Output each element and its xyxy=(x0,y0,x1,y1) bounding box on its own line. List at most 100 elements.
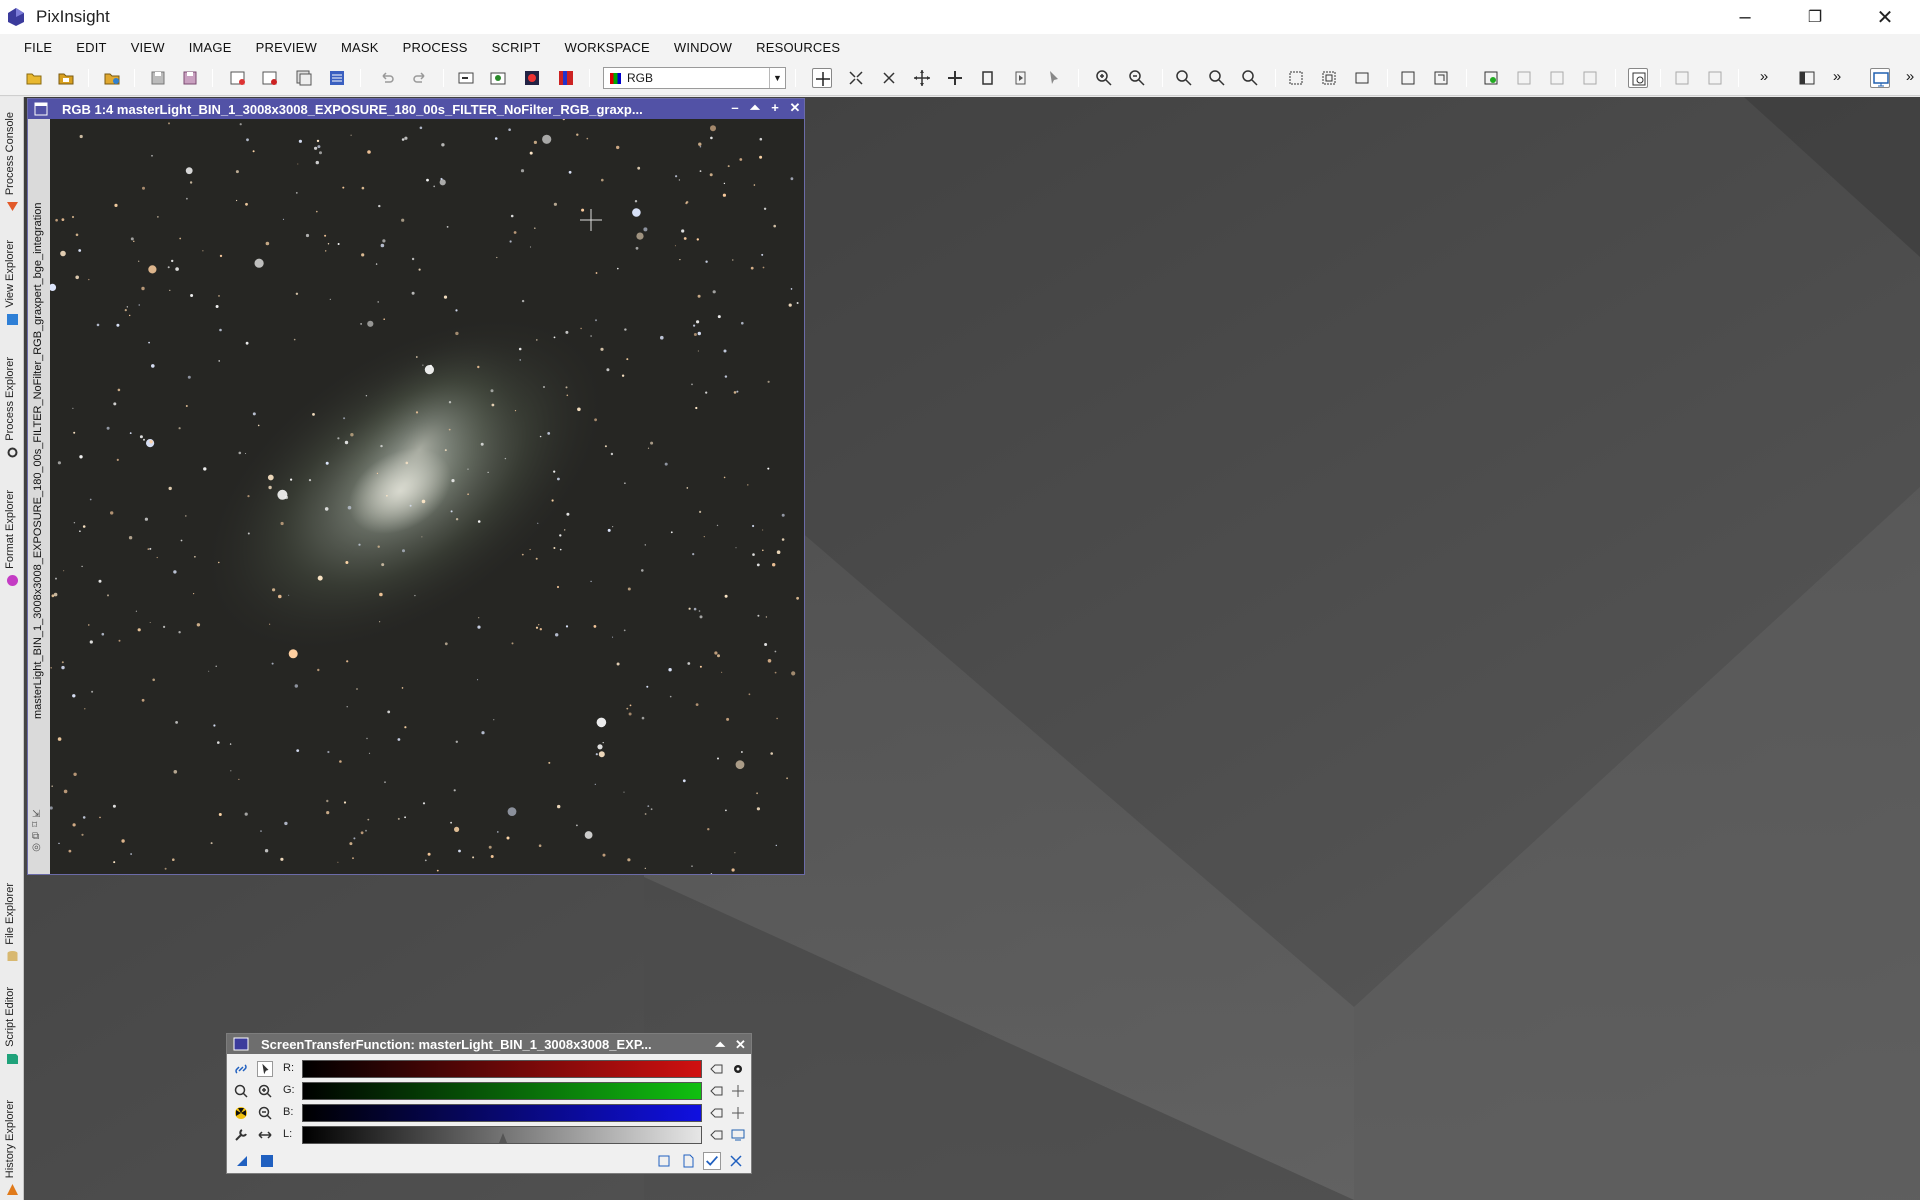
toolbar-overflow-icon[interactable]: » xyxy=(1827,68,1847,88)
stf-slider-b[interactable] xyxy=(302,1104,702,1122)
window-tile-icon[interactable] xyxy=(1398,68,1418,88)
close-button[interactable]: ✕ xyxy=(1850,0,1920,34)
edit-mode-icon[interactable] xyxy=(257,1061,273,1077)
zoom-in-icon[interactable] xyxy=(1094,68,1114,88)
stf-panel[interactable]: ScreenTransferFunction: masterLight_BIN_… xyxy=(226,1033,752,1174)
stf-titlebar[interactable]: ScreenTransferFunction: masterLight_BIN_… xyxy=(227,1034,751,1054)
menu-resources[interactable]: RESOURCES xyxy=(744,40,852,55)
dock-tab-script-editor[interactable]: Script Editor xyxy=(0,969,24,1069)
horizontal-expand-icon[interactable] xyxy=(257,1127,273,1143)
panel-close-icon[interactable]: ✕ xyxy=(735,1037,746,1053)
window-shade-icon[interactable]: ⏶ xyxy=(748,101,762,115)
window-maximize-icon[interactable]: + xyxy=(768,101,782,115)
new-instance-icon[interactable] xyxy=(235,1154,249,1168)
apply-global-icon[interactable] xyxy=(260,1154,274,1168)
toolbar-overflow-icon[interactable]: » xyxy=(1754,68,1774,88)
duplicate-icon[interactable] xyxy=(294,68,314,88)
midtones-handle-icon[interactable] xyxy=(499,1133,507,1143)
restore-button[interactable]: ❐ xyxy=(1780,0,1850,34)
stf-slider-r[interactable] xyxy=(302,1060,702,1078)
image-window-titlebar[interactable]: RGB 1:4 masterLight_BIN_1_3008x3008_EXPO… xyxy=(28,99,804,119)
readout-mode-icon[interactable] xyxy=(812,68,832,88)
side-tool-icons[interactable]: ⇲ ⌑ ⧉ ◎ xyxy=(32,809,41,853)
toolbar-overflow-icon[interactable]: » xyxy=(1900,68,1920,88)
zoom-2-1-icon[interactable] xyxy=(1240,68,1260,88)
menu-view[interactable]: VIEW xyxy=(119,40,177,55)
astro-image-canvas[interactable] xyxy=(48,118,804,875)
menu-process[interactable]: PROCESS xyxy=(391,40,480,55)
open-project-icon[interactable] xyxy=(56,68,76,88)
open-url-icon[interactable] xyxy=(102,68,122,88)
stf-slider-l[interactable] xyxy=(302,1126,702,1144)
remove-mask-icon[interactable] xyxy=(1514,68,1534,88)
image-list-icon[interactable] xyxy=(327,68,347,88)
monitor-icon[interactable] xyxy=(731,1128,745,1142)
track-view-icon[interactable] xyxy=(731,1084,745,1098)
dock-tab-file-explorer[interactable]: File Explorer xyxy=(0,867,24,967)
zoom-fit-icon[interactable] xyxy=(846,68,866,88)
new-preview-icon[interactable] xyxy=(488,68,508,88)
view-selector-dropdown[interactable]: RGB ▼ xyxy=(603,67,786,89)
gear-icon[interactable] xyxy=(731,1062,745,1076)
menu-workspace[interactable]: WORKSPACE xyxy=(553,40,662,55)
fit-all-icon[interactable] xyxy=(1319,68,1339,88)
zoom-1-1-icon[interactable] xyxy=(1174,68,1194,88)
link-channels-icon[interactable] xyxy=(233,1061,249,1077)
save-as-icon[interactable] xyxy=(180,68,200,88)
panel-shade-icon[interactable]: ⏶ xyxy=(715,1037,725,1053)
close-image-icon[interactable] xyxy=(228,68,248,88)
move-icon[interactable] xyxy=(945,68,965,88)
window-cascade-icon[interactable] xyxy=(1431,68,1451,88)
reset-channel-icon[interactable] xyxy=(709,1062,723,1076)
redo-icon[interactable] xyxy=(410,68,430,88)
stf-auto-icon[interactable] xyxy=(1705,68,1725,88)
reset-channel-icon[interactable] xyxy=(709,1084,723,1098)
invert-mask-icon[interactable] xyxy=(1547,68,1567,88)
undo-icon[interactable] xyxy=(377,68,397,88)
window-minimize-icon[interactable]: – xyxy=(728,101,742,115)
dock-tab-view-explorer[interactable]: View Explorer xyxy=(0,220,24,330)
menu-window[interactable]: WINDOW xyxy=(662,40,744,55)
monitor-icon[interactable] xyxy=(1870,68,1890,88)
panel-toggle-icon[interactable] xyxy=(1797,68,1817,88)
auto-stretch-icon[interactable] xyxy=(233,1105,249,1121)
preview-mode-icon[interactable] xyxy=(1011,68,1031,88)
dock-tab-process-console[interactable]: Process Console xyxy=(0,97,24,217)
close-all-icon[interactable] xyxy=(260,68,280,88)
menu-file[interactable]: FILE xyxy=(12,40,64,55)
zoom-out-icon[interactable] xyxy=(1127,68,1147,88)
show-mask-icon[interactable] xyxy=(1580,68,1600,88)
zoom-icon[interactable] xyxy=(233,1083,249,1099)
dock-tab-process-explorer[interactable]: Process Explorer xyxy=(0,333,24,463)
fit-view-icon[interactable] xyxy=(879,68,899,88)
dock-tab-history-explorer[interactable]: History Explorer xyxy=(0,1072,24,1200)
channel-icon[interactable] xyxy=(556,68,576,88)
reset-channel-icon[interactable] xyxy=(709,1128,723,1142)
window-close-icon[interactable]: ✕ xyxy=(788,101,802,115)
color-icon[interactable] xyxy=(522,68,542,88)
menu-preview[interactable]: PREVIEW xyxy=(244,40,329,55)
pointer-icon[interactable] xyxy=(1044,68,1064,88)
zoom-in-icon[interactable] xyxy=(257,1083,273,1099)
image-window[interactable]: RGB 1:4 masterLight_BIN_1_3008x3008_EXPO… xyxy=(27,98,805,875)
track-view-icon[interactable] xyxy=(731,1106,745,1120)
menu-mask[interactable]: MASK xyxy=(329,40,391,55)
image-window-side-tab[interactable]: masterLight_BIN_1_3008x3008_EXPOSURE_180… xyxy=(28,119,50,874)
stf-reset-icon[interactable] xyxy=(1672,68,1692,88)
shrink-icon[interactable] xyxy=(1352,68,1372,88)
dynamic-crop-icon[interactable] xyxy=(978,68,998,88)
menu-script[interactable]: SCRIPT xyxy=(480,40,553,55)
dock-tab-format-explorer[interactable]: Format Explorer xyxy=(0,465,24,591)
process-icon[interactable] xyxy=(456,68,476,88)
zoom-1-2-icon[interactable] xyxy=(1207,68,1227,88)
view-tool-icon[interactable] xyxy=(1628,68,1648,88)
minimize-button[interactable]: – xyxy=(1710,0,1780,34)
save-icon[interactable] xyxy=(148,68,168,88)
zoom-out-icon[interactable] xyxy=(257,1105,273,1121)
apply-check-icon[interactable] xyxy=(703,1152,721,1170)
reset-channel-icon[interactable] xyxy=(709,1106,723,1120)
reset-icon[interactable] xyxy=(729,1154,743,1168)
mask-icon[interactable] xyxy=(1481,68,1501,88)
menu-image[interactable]: IMAGE xyxy=(177,40,244,55)
menu-edit[interactable]: EDIT xyxy=(64,40,118,55)
